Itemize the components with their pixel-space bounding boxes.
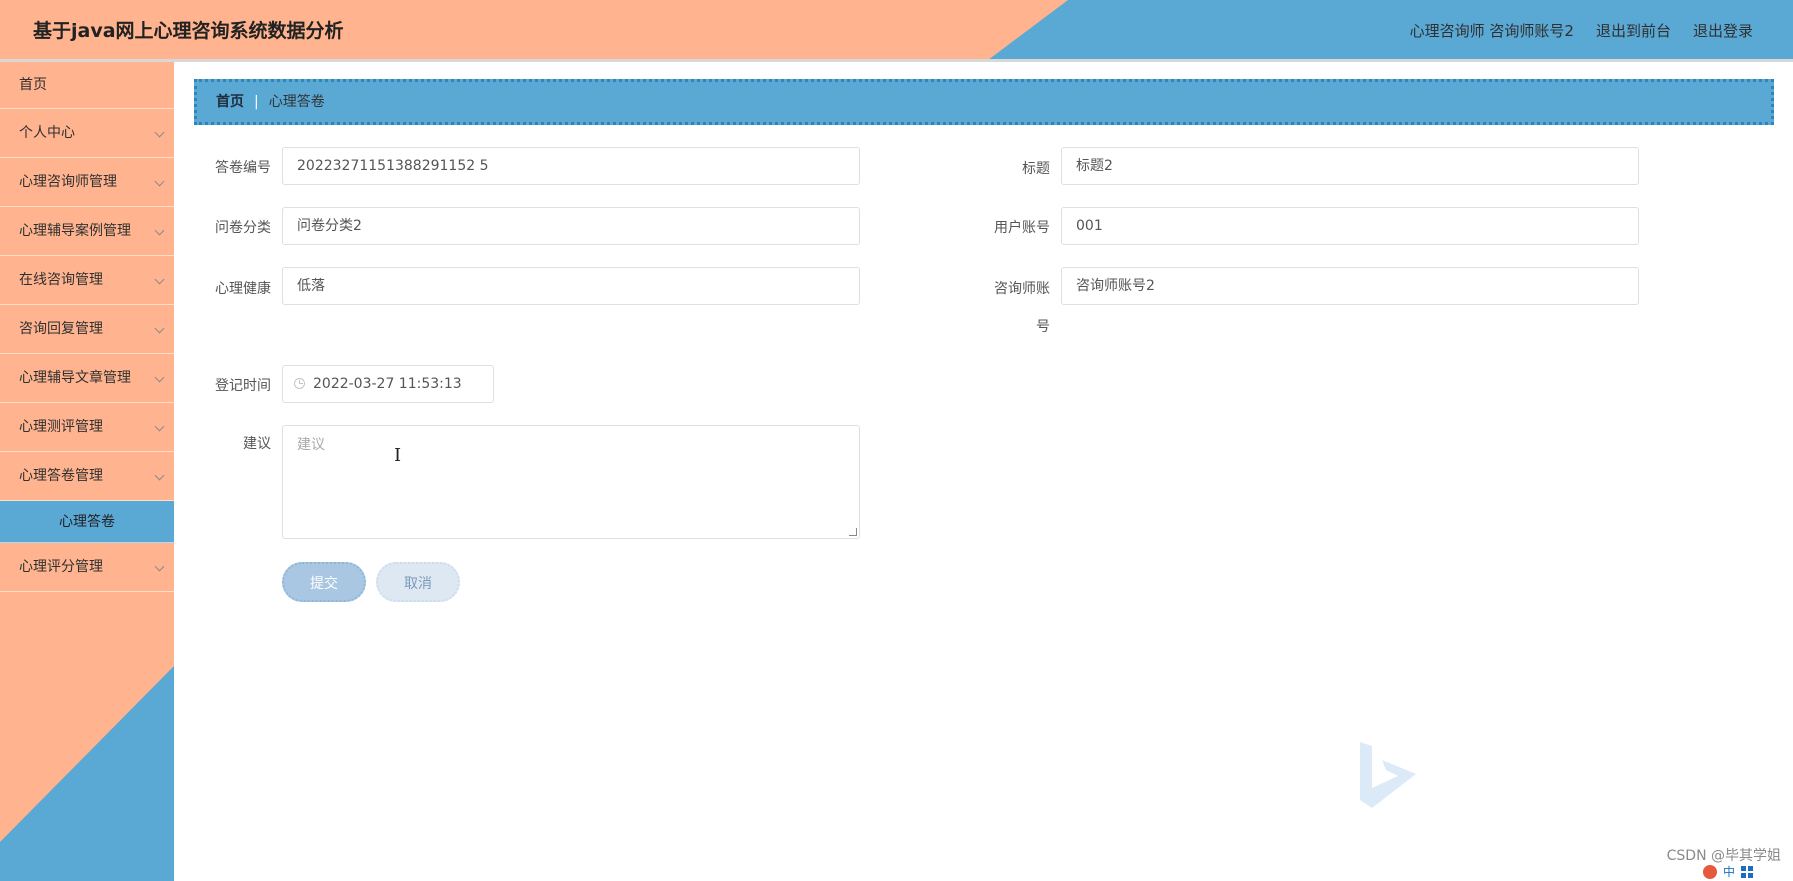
submit-button[interactable]: 提交 bbox=[282, 562, 366, 602]
sidebar-item-label: 咨询回复管理 bbox=[19, 321, 103, 337]
sidebar-item-label: 心理答卷 bbox=[59, 514, 115, 530]
category-field[interactable]: 问卷分类2 bbox=[282, 207, 860, 245]
sidebar-item-label: 心理辅导案例管理 bbox=[19, 223, 131, 239]
sidebar-item-counselor-mgmt[interactable]: 心理咨询师管理 bbox=[0, 158, 174, 207]
advice-placeholder: 建议 bbox=[297, 437, 325, 453]
sidebar-item-label: 首页 bbox=[19, 77, 47, 93]
sidebar-item-label: 心理评分管理 bbox=[19, 559, 103, 575]
user-account-label: 用户账号 bbox=[994, 220, 1050, 236]
chevron-down-icon bbox=[154, 225, 165, 236]
header-divider bbox=[0, 59, 1793, 62]
chevron-down-icon bbox=[154, 127, 165, 138]
sidebar-item-assessment-mgmt[interactable]: 心理测评管理 bbox=[0, 403, 174, 452]
sidebar-item-label: 个人中心 bbox=[19, 125, 75, 141]
app-title: 基于java网上心理咨询系统数据分析 bbox=[33, 20, 344, 42]
bing-logo-icon bbox=[1360, 742, 1416, 808]
title-field[interactable]: 标题2 bbox=[1061, 147, 1639, 185]
breadcrumb-home[interactable]: 首页 bbox=[216, 94, 244, 110]
advice-textarea[interactable]: 建议 bbox=[282, 425, 860, 539]
answer-no-label: 答卷编号 bbox=[215, 160, 271, 176]
sidebar-item-answer-mgmt[interactable]: 心理答卷管理 bbox=[0, 452, 174, 501]
category-label: 问卷分类 bbox=[215, 220, 271, 236]
clock-icon bbox=[294, 378, 305, 389]
counselor-label: 咨询师账 号 bbox=[964, 278, 1050, 336]
health-label: 心理健康 bbox=[215, 281, 271, 297]
title-label: 标题 bbox=[1022, 161, 1050, 177]
chevron-down-icon bbox=[154, 176, 165, 187]
advice-label: 建议 bbox=[243, 436, 271, 452]
sidebar-item-score-mgmt[interactable]: 心理评分管理 bbox=[0, 543, 174, 592]
breadcrumb-separator: | bbox=[254, 94, 259, 110]
resize-handle-icon[interactable] bbox=[849, 528, 857, 536]
chevron-down-icon bbox=[154, 274, 165, 285]
sogou-icon[interactable] bbox=[1703, 864, 1717, 879]
sidebar-item-personal-center[interactable]: 个人中心 bbox=[0, 109, 174, 158]
reg-time-value: 2022-03-27 11:53:13 bbox=[313, 376, 462, 392]
sidebar-item-label: 心理咨询师管理 bbox=[19, 174, 117, 190]
chevron-down-icon bbox=[154, 372, 165, 383]
sidebar-subitem-answer-sheet[interactable]: 心理答卷 bbox=[0, 501, 174, 543]
sidebar-item-online-consult[interactable]: 在线咨询管理 bbox=[0, 256, 174, 305]
grid-icon[interactable] bbox=[1741, 865, 1754, 878]
counselor-label-line1: 咨询师账 bbox=[994, 281, 1050, 297]
system-tray: 中 bbox=[1703, 862, 1791, 881]
chevron-down-icon bbox=[154, 421, 165, 432]
sidebar-item-label: 在线咨询管理 bbox=[19, 272, 103, 288]
chevron-down-icon bbox=[154, 470, 165, 481]
counselor-field[interactable]: 咨询师账号2 bbox=[1061, 267, 1639, 305]
sidebar-item-label: 心理答卷管理 bbox=[19, 468, 103, 484]
sidebar-item-label: 心理辅导文章管理 bbox=[19, 370, 131, 386]
sidebar-item-label: 心理测评管理 bbox=[19, 419, 103, 435]
reg-time-picker[interactable]: 2022-03-27 11:53:13 bbox=[282, 365, 494, 403]
ime-indicator[interactable]: 中 bbox=[1723, 863, 1735, 880]
cancel-button[interactable]: 取消 bbox=[376, 562, 460, 602]
back-to-front-link[interactable]: 退出到前台 bbox=[1596, 20, 1671, 41]
sidebar-menu: 首页 个人中心 心理咨询师管理 心理辅导案例管理 在线咨询管理 咨询回复管理 心… bbox=[0, 62, 174, 592]
chevron-down-icon bbox=[154, 323, 165, 334]
counselor-label-line2: 号 bbox=[1036, 319, 1050, 335]
chevron-down-icon bbox=[154, 561, 165, 572]
logout-link[interactable]: 退出登录 bbox=[1693, 20, 1753, 41]
sidebar: 首页 个人中心 心理咨询师管理 心理辅导案例管理 在线咨询管理 咨询回复管理 心… bbox=[0, 62, 174, 881]
sidebar-item-reply-mgmt[interactable]: 咨询回复管理 bbox=[0, 305, 174, 354]
sidebar-item-article-mgmt[interactable]: 心理辅导文章管理 bbox=[0, 354, 174, 403]
sidebar-item-home[interactable]: 首页 bbox=[0, 62, 174, 109]
current-user-label: 心理咨询师 咨询师账号2 bbox=[1409, 21, 1574, 40]
health-field[interactable]: 低落 bbox=[282, 267, 860, 305]
breadcrumb: 首页 | 心理答卷 bbox=[194, 79, 1774, 125]
user-account-field[interactable]: 001 bbox=[1061, 207, 1639, 245]
text-cursor-icon: I bbox=[394, 445, 402, 466]
reg-time-label: 登记时间 bbox=[215, 378, 271, 394]
breadcrumb-current: 心理答卷 bbox=[268, 94, 325, 110]
top-header: 基于java网上心理咨询系统数据分析 心理咨询师 咨询师账号2 退出到前台 退出… bbox=[0, 0, 1793, 60]
answer-no-field[interactable]: 20223271151388291152 5 bbox=[282, 147, 860, 185]
sidebar-item-case-mgmt[interactable]: 心理辅导案例管理 bbox=[0, 207, 174, 256]
header-actions: 心理咨询师 咨询师账号2 退出到前台 退出登录 bbox=[1410, 0, 1753, 60]
